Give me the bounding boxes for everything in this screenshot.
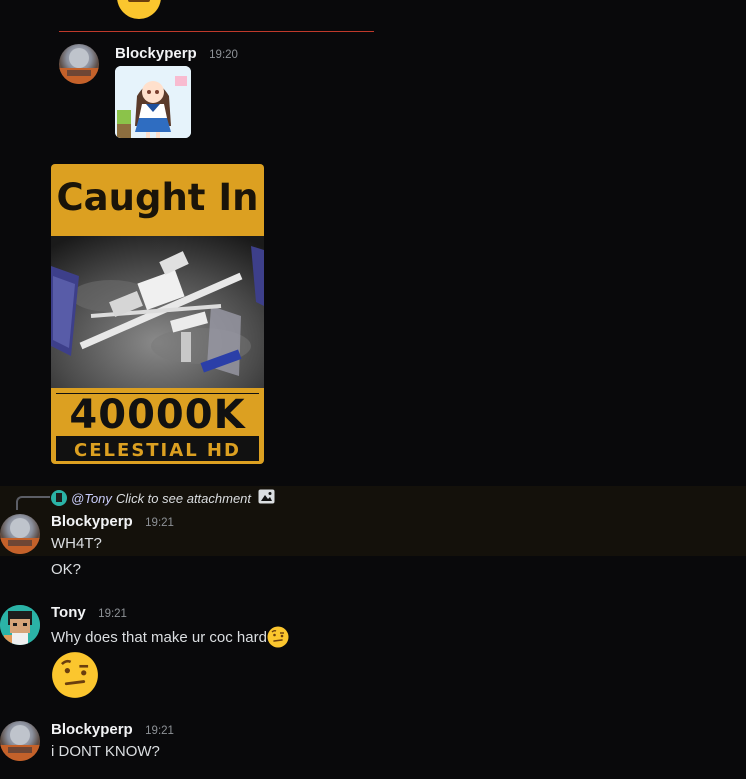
message-text: Why does that make ur coc hard [51,628,267,646]
reply-spine [16,496,50,510]
username[interactable]: Blockyperp [115,45,197,62]
poster-title-top: Caught In [56,176,259,219]
avatar[interactable] [0,721,40,761]
username[interactable]: Blockyperp [51,721,133,738]
message-header: Blockyperp 19:21 [51,721,174,739]
avatar-image [0,518,40,554]
message-header: Blockyperp 19:21 [51,513,174,531]
timestamp[interactable]: 19:21 [98,608,127,620]
image-icon [258,489,275,507]
reply-preview[interactable]: @Tony Click to see attachment [51,489,275,507]
username[interactable]: Blockyperp [51,513,133,530]
reply-attachment-text[interactable]: Click to see attachment [116,491,251,506]
message-text: WH4T? [51,535,102,552]
avatar-image [59,48,99,84]
timestamp[interactable]: 19:20 [209,49,238,61]
message-header: Blockyperp 19:20 [115,45,238,63]
new-messages-divider [59,31,374,32]
space-station-image [51,236,264,388]
timestamp[interactable]: 19:21 [145,725,174,737]
neutral-face-emoji-icon [116,0,162,20]
message-header: Tony 19:21 [51,604,127,622]
message-text: i DONT KNOW? [51,743,160,760]
poster-attachment[interactable]: Caught In 40000K CELESTIAL HD [51,164,264,464]
avatar[interactable] [0,605,40,645]
raised-eyebrow-emoji-icon [267,626,289,648]
avatar[interactable] [0,514,40,554]
chat-view: Blockyperp 19:20 Caught In 40000K CELEST… [0,0,746,779]
reply-avatar [51,490,67,506]
message-text: OK? [51,561,82,578]
reply-mention[interactable]: @Tony [71,491,112,506]
sticker-attachment[interactable] [115,66,191,138]
raised-eyebrow-emoji-large-icon [51,651,99,699]
avatar-image [0,725,40,761]
anime-girl-image [115,66,191,138]
avatar-image [0,605,40,645]
poster-title-big: 40000K [69,392,246,438]
poster-bottom-banner: 40000K CELESTIAL HD [51,388,264,464]
username[interactable]: Tony [51,604,86,621]
timestamp[interactable]: 19:21 [145,517,174,529]
avatar[interactable] [59,44,99,84]
message-line: Why does that make ur coc hard [51,626,289,648]
poster-top-banner: Caught In [51,164,264,236]
poster-title-sub: CELESTIAL HD [74,440,241,461]
